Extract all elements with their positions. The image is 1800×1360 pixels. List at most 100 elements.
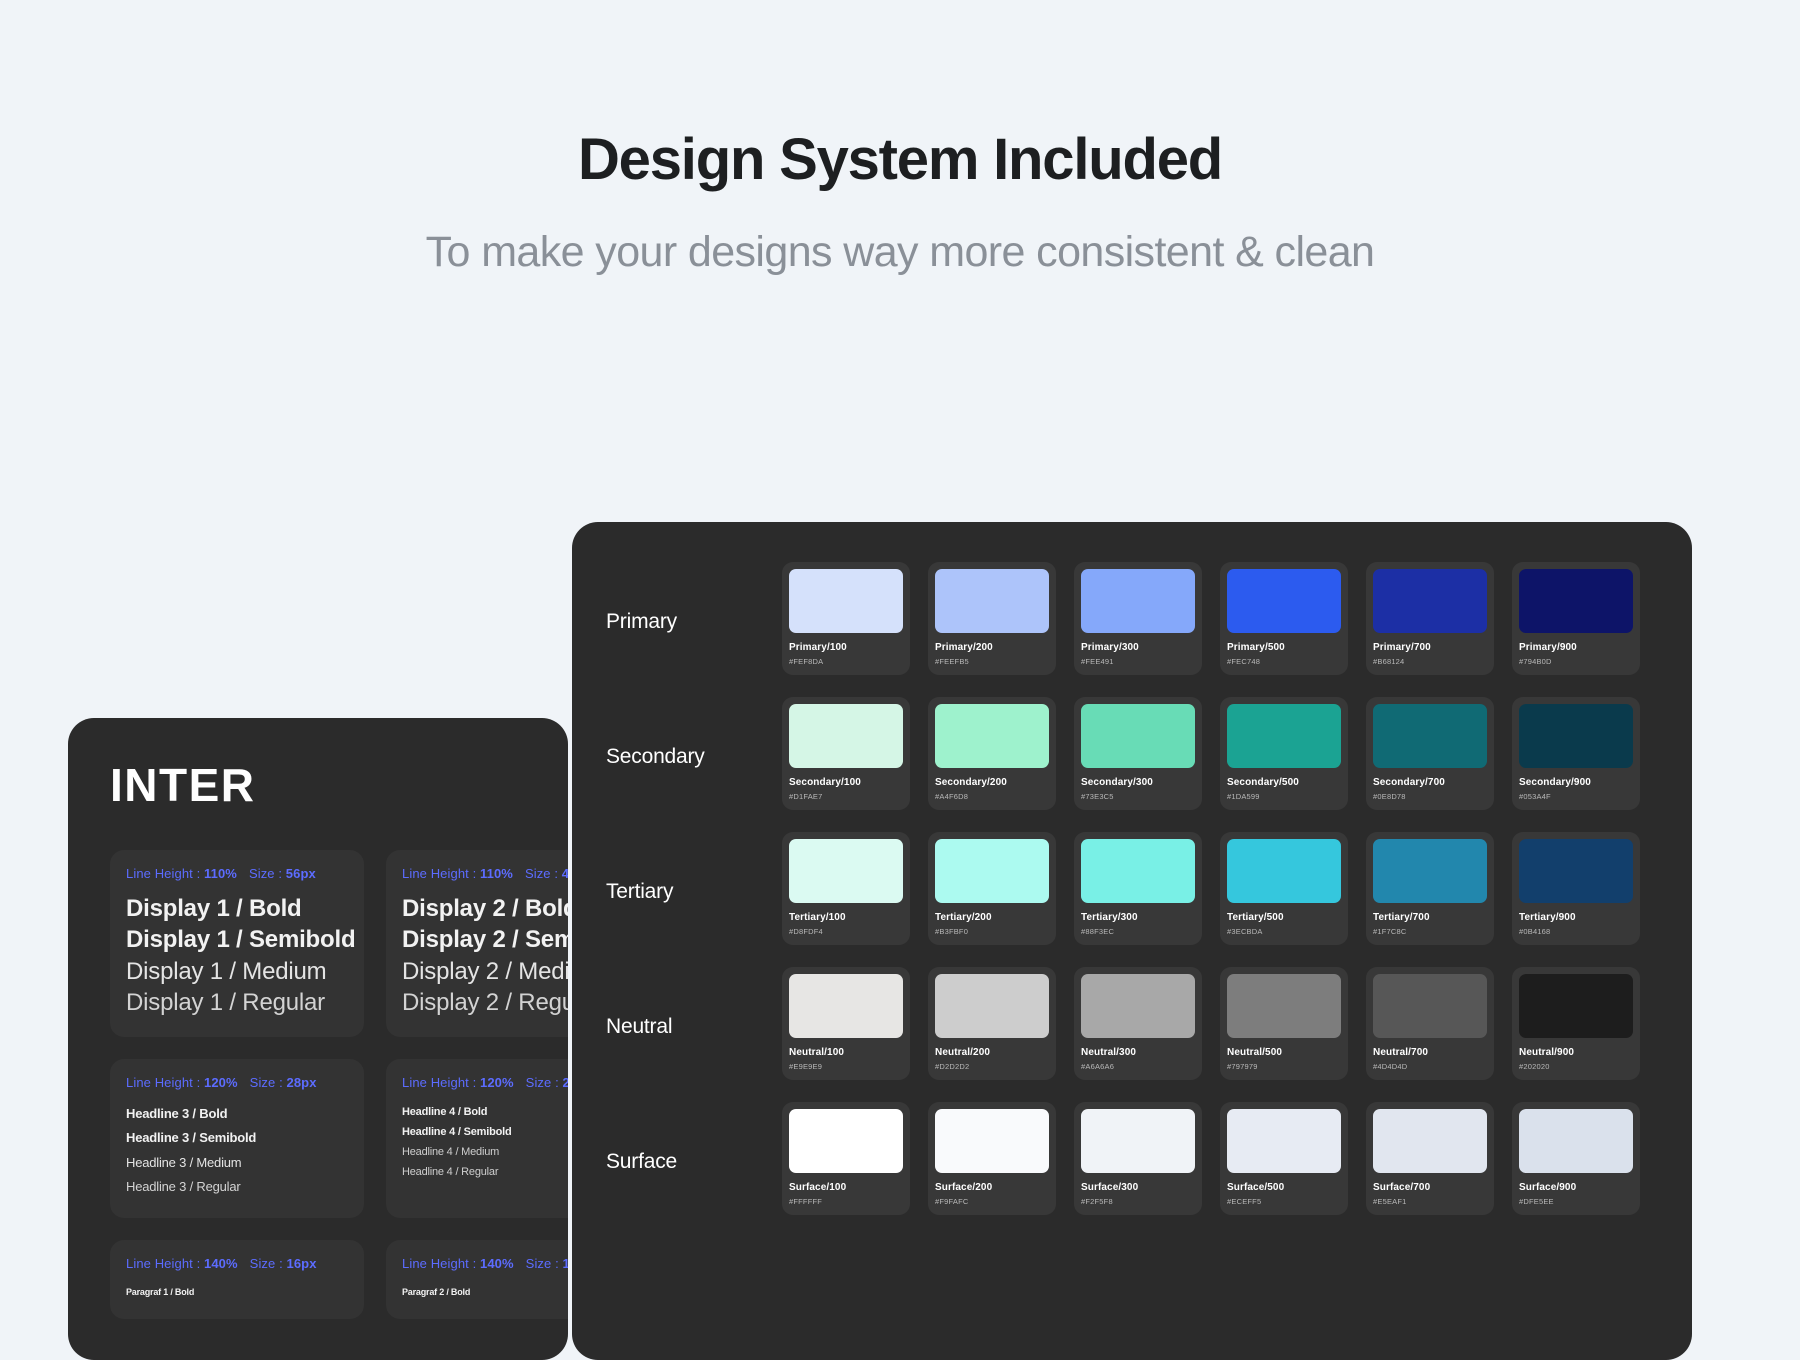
- swatch-hex-code: #1DA599: [1227, 792, 1260, 801]
- typography-sample: Display 2 / Bold: [402, 895, 568, 922]
- swatch-card[interactable]: Neutral/500 #797979: [1220, 967, 1348, 1080]
- swatch-name: Primary/200: [935, 642, 993, 653]
- swatch-card[interactable]: Surface/700 #E5EAF1: [1366, 1102, 1494, 1215]
- swatch-card[interactable]: Tertiary/300 #88F3EC: [1074, 832, 1202, 945]
- color-row-label: Tertiary: [606, 880, 674, 903]
- swatch-card[interactable]: Neutral/100 #E9E9E9: [782, 967, 910, 1080]
- typography-card-paragraf-1[interactable]: Line Height : 140% Size : 16px Paragraf 1 …: [110, 1239, 364, 1319]
- swatch-name: Neutral/100: [789, 1047, 845, 1058]
- swatch-name: Tertiary/900: [1519, 912, 1576, 923]
- swatch-name: Secondary/500: [1227, 777, 1299, 788]
- swatch-card[interactable]: Primary/700 #B68124: [1366, 562, 1494, 675]
- swatch-hex-code: #B3FBF0: [935, 927, 969, 936]
- swatch-card[interactable]: Secondary/500 #1DA599: [1220, 697, 1348, 810]
- swatch-card[interactable]: Neutral/900 #202020: [1512, 967, 1640, 1080]
- typography-sample: Headline 3 / Medium: [126, 1154, 242, 1170]
- swatch-color-chip: [935, 974, 1049, 1038]
- swatch-card[interactable]: Secondary/700 #0E8D78: [1366, 697, 1494, 810]
- swatch-card[interactable]: Tertiary/500 #3ECBDA: [1220, 832, 1348, 945]
- typography-sample: Display 1 / Semibold: [126, 926, 356, 954]
- swatch-color-chip: [1519, 1109, 1633, 1173]
- swatch-name: Primary/700: [1373, 642, 1431, 653]
- swatch-name: Primary/100: [789, 642, 847, 653]
- swatch-hex-code: #DFE5EE: [1519, 1197, 1554, 1206]
- swatch-card[interactable]: Secondary/200 #A4F6D8: [928, 697, 1056, 810]
- color-row-label: Surface: [606, 1150, 677, 1173]
- swatch-card[interactable]: Tertiary/900 #0B4168: [1512, 832, 1640, 945]
- color-row-surface: Surface Surface/100 #FFFFFF Surface/200 #F9F…: [606, 1102, 1658, 1215]
- typography-sample: Headline 4 / Semibold: [402, 1125, 512, 1138]
- typography-meta: Line Height : 110%Size : 48px: [402, 866, 568, 881]
- swatch-name: Tertiary/100: [789, 912, 846, 923]
- typography-meta: Line Height : 110% Size : 56px: [126, 866, 316, 881]
- swatch-color-chip: [935, 569, 1049, 633]
- swatch-color-chip: [1227, 1109, 1341, 1173]
- typography-sample: Display 1 / Medium: [126, 957, 327, 985]
- typography-sample: Paragraf 1 / Bold: [126, 1286, 195, 1297]
- swatch-card[interactable]: Secondary/100 #D1FAE7: [782, 697, 910, 810]
- swatch-color-chip: [1373, 704, 1487, 768]
- color-row-tertiary: Tertiary Tertiary/100 #D8FDF4 Tertiary/200 #…: [606, 832, 1658, 945]
- swatch-card[interactable]: Secondary/900 #053A4F: [1512, 697, 1640, 810]
- swatch-hex-code: #1F7C8C: [1373, 927, 1407, 936]
- swatch-card[interactable]: Neutral/700 #4D4D4D: [1366, 967, 1494, 1080]
- swatch-hex-code: #E5EAF1: [1373, 1197, 1407, 1206]
- typography-sample: Display 1 / Bold: [126, 895, 302, 922]
- typography-sample: Headline 3 / Regular: [126, 1179, 241, 1195]
- swatch-hex-code: #794B0D: [1519, 657, 1552, 666]
- typography-sample: Headline 3 / Semibold: [126, 1130, 257, 1146]
- swatch-card[interactable]: Primary/900 #794B0D: [1512, 562, 1640, 675]
- swatch-name: Neutral/300: [1081, 1047, 1137, 1058]
- typography-card-headline-3[interactable]: Line Height : 120% Size : 28px Headline 3 …: [110, 1058, 364, 1218]
- typography-panel: INTER Line Height : 110% Size : 56px Displ…: [68, 718, 568, 1360]
- swatch-name: Neutral/200: [935, 1047, 991, 1058]
- swatch-hex-code: #FEC748: [1227, 657, 1261, 666]
- typography-sample: Display 2 / Semibold: [402, 926, 568, 954]
- typography-sample: Headline 3 / Bold: [126, 1105, 228, 1121]
- swatch-name: Surface/500: [1227, 1182, 1285, 1193]
- swatch-hex-code: #FEF8DA: [789, 657, 824, 666]
- swatch-color-chip: [935, 704, 1049, 768]
- color-row-secondary: Secondary Secondary/100 #D1FAE7 Secondary/2…: [606, 697, 1658, 810]
- typography-meta: Line Height : 140%Size : 14px: [402, 1255, 568, 1271]
- color-row-primary: Primary Primary/100 #FEF8DA Primary/200 #FEE…: [606, 562, 1658, 675]
- swatch-list: Secondary/100 #D1FAE7 Secondary/200 #A4F6D8…: [782, 697, 1640, 810]
- swatch-name: Tertiary/500: [1227, 912, 1284, 923]
- swatch-name: Surface/100: [789, 1182, 847, 1193]
- page-header: Design System Included To make your desi…: [0, 0, 1800, 277]
- swatch-card[interactable]: Surface/500 #ECEFF5: [1220, 1102, 1348, 1215]
- typography-card-display-2[interactable]: Line Height : 110%Size : 48px Display 2 /…: [386, 850, 568, 1037]
- swatch-color-chip: [1373, 839, 1487, 903]
- swatch-color-chip: [1081, 974, 1195, 1038]
- swatch-card[interactable]: Secondary/300 #73E3C5: [1074, 697, 1202, 810]
- swatch-color-chip: [1519, 704, 1633, 768]
- swatch-card[interactable]: Primary/200 #FEEFB5: [928, 562, 1056, 675]
- swatch-card[interactable]: Surface/200 #F9FAFC: [928, 1102, 1056, 1215]
- swatch-card[interactable]: Primary/100 #FEF8DA: [782, 562, 910, 675]
- swatch-hex-code: #B68124: [1373, 657, 1405, 666]
- swatch-card[interactable]: Neutral/200 #D2D2D2: [928, 967, 1056, 1080]
- swatch-hex-code: #FEE491: [1081, 657, 1114, 666]
- swatch-name: Surface/300: [1081, 1182, 1139, 1193]
- typography-card-grid: Line Height : 110% Size : 56px Display 1 /…: [110, 850, 568, 1319]
- swatch-card[interactable]: Primary/300 #FEE491: [1074, 562, 1202, 675]
- swatch-card[interactable]: Surface/100 #FFFFFF: [782, 1102, 910, 1215]
- swatch-card[interactable]: Tertiary/700 #1F7C8C: [1366, 832, 1494, 945]
- color-row-neutral: Neutral Neutral/100 #E9E9E9 Neutral/200 #D2D…: [606, 967, 1658, 1080]
- swatch-card[interactable]: Surface/900 #DFE5EE: [1512, 1102, 1640, 1215]
- swatch-card[interactable]: Tertiary/100 #D8FDF4: [782, 832, 910, 945]
- swatch-list: Surface/100 #FFFFFF Surface/200 #F9FAFC Surf…: [782, 1102, 1640, 1215]
- swatch-color-chip: [1227, 569, 1341, 633]
- swatch-name: Primary/900: [1519, 642, 1577, 653]
- typography-card-display-1[interactable]: Line Height : 110% Size : 56px Display 1 /…: [110, 850, 364, 1037]
- swatch-card[interactable]: Tertiary/200 #B3FBF0: [928, 832, 1056, 945]
- typography-card-paragraf-2[interactable]: Line Height : 140%Size : 14px Paragraf 2 …: [386, 1239, 568, 1319]
- swatch-card[interactable]: Neutral/300 #A6A6A6: [1074, 967, 1202, 1080]
- swatch-list: Neutral/100 #E9E9E9 Neutral/200 #D2D2D2 Neut…: [782, 967, 1640, 1080]
- swatch-hex-code: #D8FDF4: [789, 927, 823, 936]
- swatch-card[interactable]: Primary/500 #FEC748: [1220, 562, 1348, 675]
- swatch-name: Surface/900: [1519, 1182, 1577, 1193]
- swatch-card[interactable]: Surface/300 #F2F5F8: [1074, 1102, 1202, 1215]
- swatch-hex-code: #A6A6A6: [1081, 1062, 1115, 1071]
- typography-card-headline-4[interactable]: Line Height : 120%Size : 24px Headline 4 …: [386, 1058, 568, 1218]
